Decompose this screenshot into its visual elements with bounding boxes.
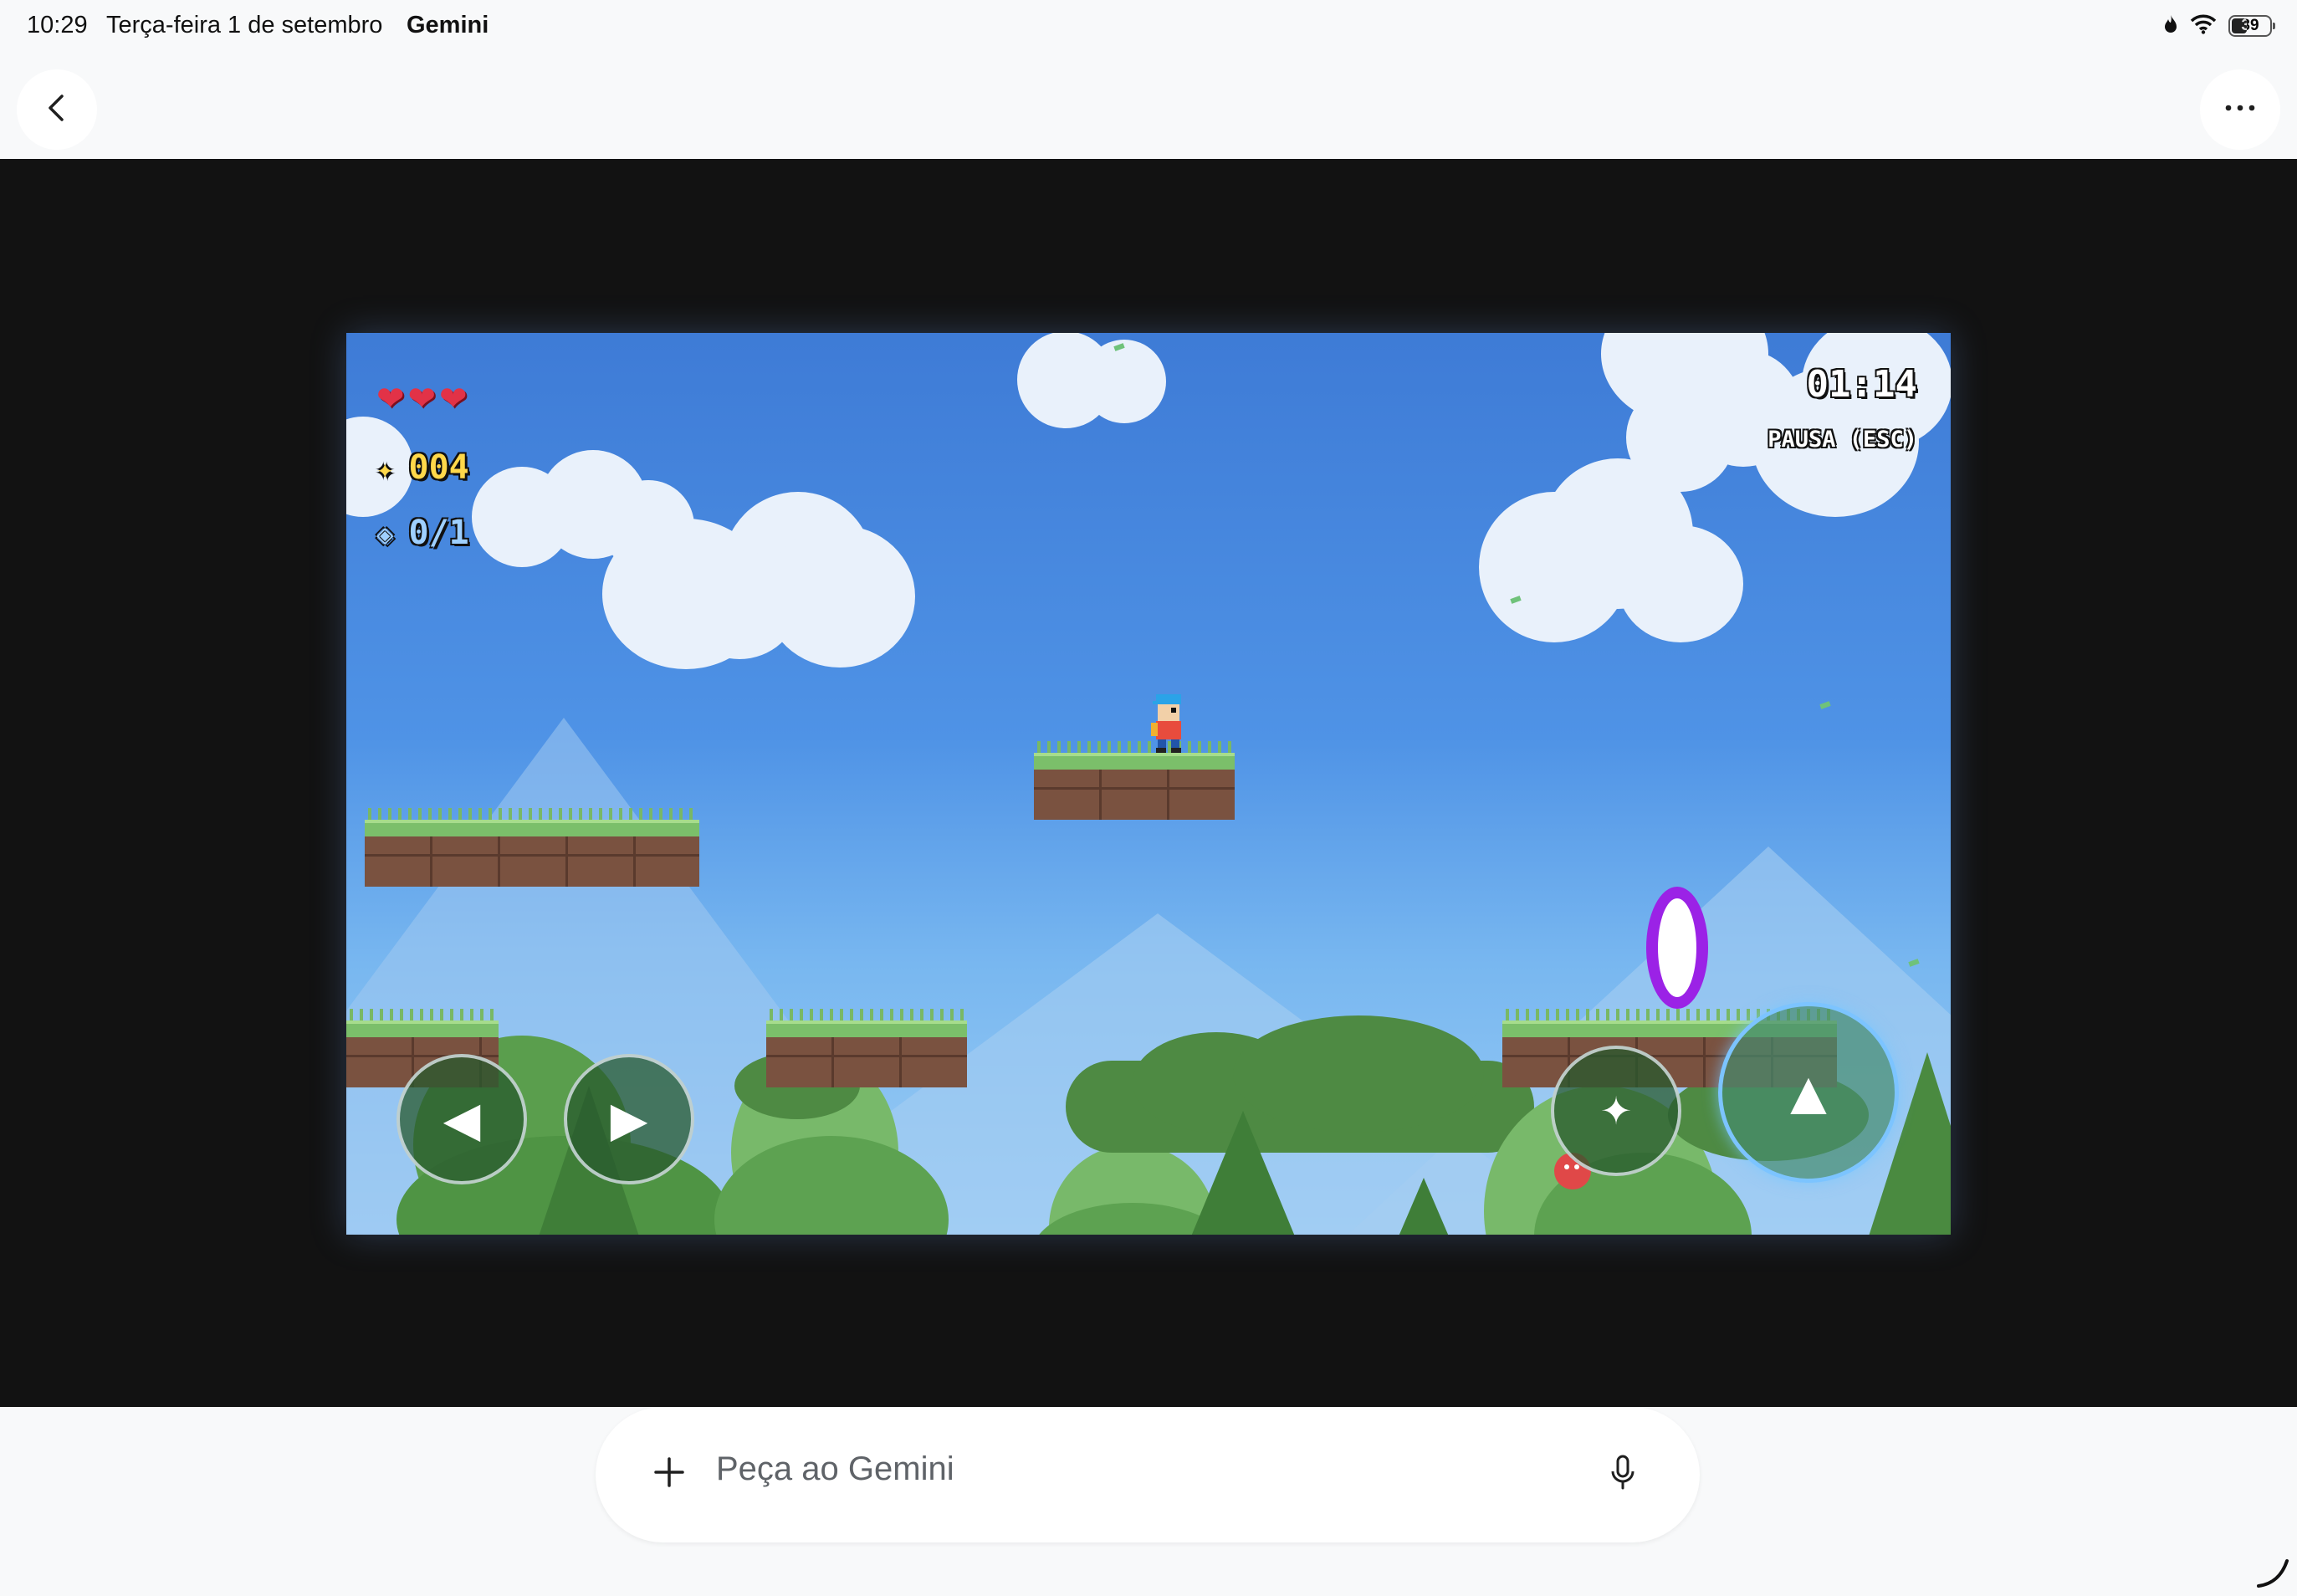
action-button[interactable]: ✦ [1551, 1046, 1681, 1176]
platform [365, 808, 699, 887]
flame-icon [2163, 14, 2178, 38]
more-options-button[interactable] [2200, 69, 2280, 150]
gem-counter: ◈ 0/1 [376, 514, 469, 552]
platform [766, 1009, 967, 1087]
status-time: 10:29 [27, 12, 88, 38]
battery-icon: 39 [2228, 15, 2275, 37]
battery-level: 39 [2241, 17, 2259, 34]
status-icons: 39 [2163, 12, 2275, 40]
more-horizontal-icon [2223, 102, 2257, 117]
microphone-button[interactable] [1593, 1444, 1653, 1504]
add-attachment-button[interactable] [639, 1444, 699, 1504]
player-character [1151, 694, 1181, 753]
lives-hearts: ❤❤❤ [376, 381, 471, 417]
coin-count: 004 [408, 448, 469, 487]
game-canvas[interactable]: ❤❤❤ ✦ 004 ◈ 0/1 01:14 PAUSA (ESC) ◀ ▶ ✦ ▲ [346, 333, 1951, 1235]
move-right-button[interactable]: ▶ [564, 1054, 694, 1184]
prompt-placeholder[interactable]: Peça ao Gemini [716, 1450, 954, 1488]
platform [1034, 741, 1235, 820]
plus-icon [652, 1455, 686, 1493]
coin-counter: ✦ 004 [376, 448, 469, 487]
status-app-name: Gemini [407, 12, 489, 38]
particle [1819, 701, 1831, 709]
status-bar: 10:29 Terça-feira 1 de setembro Gemini 3… [0, 0, 2297, 52]
resize-handle-icon[interactable] [2255, 1554, 2290, 1589]
jump-button[interactable]: ▲ [1718, 1002, 1899, 1183]
status-date: Terça-feira 1 de setembro [106, 12, 383, 38]
back-button[interactable] [17, 69, 97, 150]
exit-portal [1646, 887, 1708, 1009]
pine-tree [1399, 1178, 1449, 1235]
pause-hint[interactable]: PAUSA (ESC) [1768, 427, 1917, 453]
game-timer: 01:14 [1806, 363, 1917, 406]
prompt-input-bar[interactable]: Peça ao Gemini [596, 1407, 1700, 1542]
wifi-icon [2190, 14, 2217, 38]
pine-tree [1191, 1111, 1295, 1235]
chevron-left-icon [42, 93, 72, 127]
microphone-icon [1610, 1455, 1635, 1494]
gem-icon: ◈ [376, 518, 394, 551]
star-icon: ✦ [376, 453, 394, 486]
gem-count: 0/1 [408, 514, 469, 552]
move-left-button[interactable]: ◀ [396, 1054, 527, 1184]
